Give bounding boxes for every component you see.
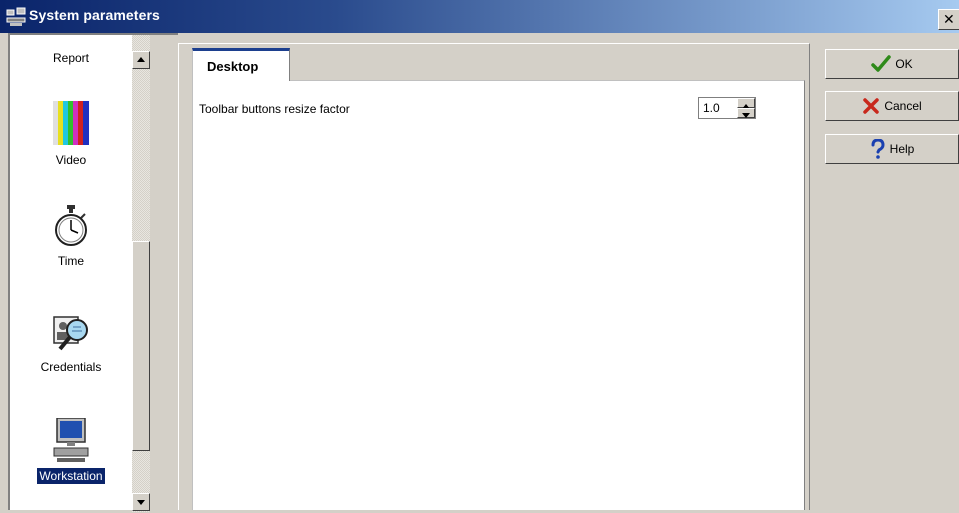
list-item-credentials[interactable]: Credentials	[10, 313, 132, 375]
list-item-video[interactable]: Video	[10, 101, 132, 168]
help-button[interactable]: Help	[825, 134, 959, 164]
list-item-label: Credentials	[40, 360, 102, 374]
list-item-report[interactable]: Report	[10, 50, 132, 66]
arrow-up-icon	[137, 57, 145, 62]
tab-desktop[interactable]: Desktop	[192, 48, 290, 81]
panel-divider	[150, 35, 180, 512]
help-label: Help	[889, 142, 915, 156]
list-item-label: Workstation	[37, 468, 105, 484]
arrow-down-icon	[137, 500, 145, 505]
toolbar-resize-factor-value[interactable]: 1.0	[703, 101, 720, 115]
arrow-down-icon	[742, 113, 750, 118]
list-item-label: Report	[52, 51, 90, 65]
system-parameters-icon	[6, 7, 26, 26]
tab-label: Desktop	[207, 59, 259, 74]
checkmark-icon	[871, 55, 892, 72]
credentials-icon	[53, 316, 88, 351]
title-bar[interactable]: System parameters ✕	[0, 0, 959, 33]
video-icon	[53, 101, 89, 145]
window-title: System parameters	[29, 7, 160, 23]
cancel-label: Cancel	[884, 99, 922, 113]
ok-label: OK	[895, 57, 913, 71]
list-item-time[interactable]: Time	[10, 205, 132, 269]
list-item-workstation[interactable]: Workstation	[10, 418, 132, 484]
workstation-icon	[53, 418, 89, 462]
ok-button[interactable]: OK	[825, 49, 959, 79]
category-list: Report Video Time Credentials Workstatio…	[10, 35, 132, 512]
spin-up-button[interactable]	[737, 98, 755, 109]
list-item-label: Time	[57, 254, 85, 268]
cancel-button[interactable]: Cancel	[825, 91, 959, 121]
stopwatch-icon	[55, 205, 87, 246]
spin-down-button[interactable]	[737, 108, 755, 118]
scroll-down-button[interactable]	[132, 493, 150, 511]
tab-page-desktop: Toolbar buttons resize factor 1.0	[192, 80, 805, 510]
toolbar-resize-factor-spinner[interactable]: 1.0	[698, 97, 756, 119]
scroll-thumb[interactable]	[132, 241, 150, 451]
close-button[interactable]: ✕	[938, 9, 959, 30]
list-scrollbar[interactable]	[132, 35, 150, 512]
x-mark-icon	[863, 98, 880, 114]
list-item-label: Video	[55, 153, 87, 167]
toolbar-resize-factor-label: Toolbar buttons resize factor	[199, 102, 350, 116]
close-icon: ✕	[943, 11, 955, 27]
scroll-up-button[interactable]	[132, 51, 150, 69]
category-list-panel: Report Video Time Credentials Workstatio…	[8, 33, 180, 512]
question-mark-icon	[871, 139, 885, 159]
